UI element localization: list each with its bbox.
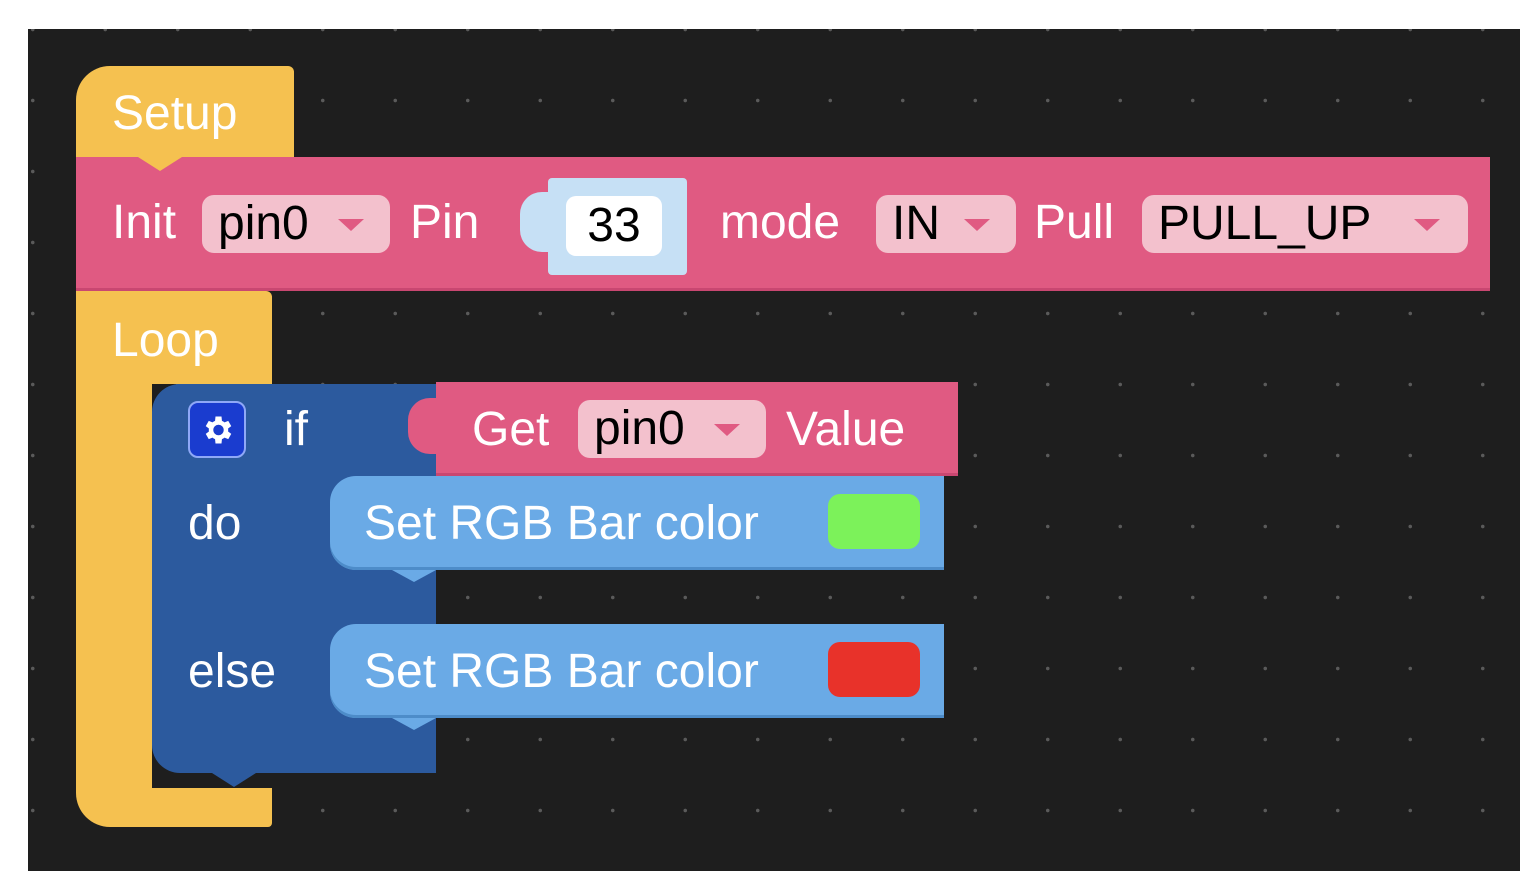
condition-pin-dropdown[interactable]: pin0 [578, 400, 766, 458]
mutator-button[interactable] [188, 401, 246, 458]
loop-label: Loop [112, 314, 219, 367]
pull-dropdown-value: PULL_UP [1158, 197, 1372, 250]
set-rgb-bar-color-block[interactable]: Set RGB Bar color [330, 624, 944, 730]
block-notch [392, 718, 436, 730]
mode-label: mode [720, 196, 841, 249]
get-pin-value-block[interactable]: Get pin0 Value [408, 382, 958, 476]
pin-dropdown[interactable]: pin0 [202, 195, 390, 253]
init-label: Init [112, 196, 177, 249]
color-swatch-green[interactable] [828, 494, 920, 549]
loop-block[interactable]: Loop [76, 291, 272, 384]
pin-dropdown-value: pin0 [218, 197, 309, 250]
block-notch [392, 570, 436, 582]
chevron-down-icon [714, 424, 740, 436]
set-rgb-bar-color-block[interactable]: Set RGB Bar color [330, 476, 944, 582]
else-label: else [188, 645, 277, 698]
setup-label: Setup [112, 87, 238, 140]
init-pin-block[interactable]: Init pin0 Pin mode IN Pull PULL_UP [76, 157, 1490, 305]
chevron-down-icon [1414, 219, 1440, 231]
value-label: Value [786, 403, 906, 456]
socket-tab [408, 398, 438, 454]
setup-block[interactable]: Setup [76, 66, 294, 158]
loop-block-body [76, 384, 152, 788]
gear-icon [205, 416, 232, 443]
socket-tab [520, 192, 550, 252]
set-rgb-label: Set RGB Bar color [364, 497, 759, 550]
color-swatch-red[interactable] [828, 642, 920, 697]
pin-number-field[interactable]: 33 [566, 196, 662, 256]
get-label: Get [472, 403, 550, 456]
block-notch [138, 157, 182, 171]
mode-dropdown[interactable]: IN [876, 195, 1016, 253]
chevron-down-icon [338, 219, 364, 231]
set-rgb-label: Set RGB Bar color [364, 645, 759, 698]
condition-pin-value: pin0 [594, 402, 685, 455]
chevron-down-icon [964, 219, 990, 231]
loop-block-bottom [76, 788, 272, 827]
pull-dropdown[interactable]: PULL_UP [1142, 195, 1468, 253]
block-notch [212, 773, 256, 787]
pin-label: Pin [410, 196, 480, 249]
pull-label: Pull [1034, 196, 1115, 249]
if-label: if [284, 403, 308, 456]
do-label: do [188, 497, 242, 550]
mode-dropdown-value: IN [892, 197, 940, 250]
